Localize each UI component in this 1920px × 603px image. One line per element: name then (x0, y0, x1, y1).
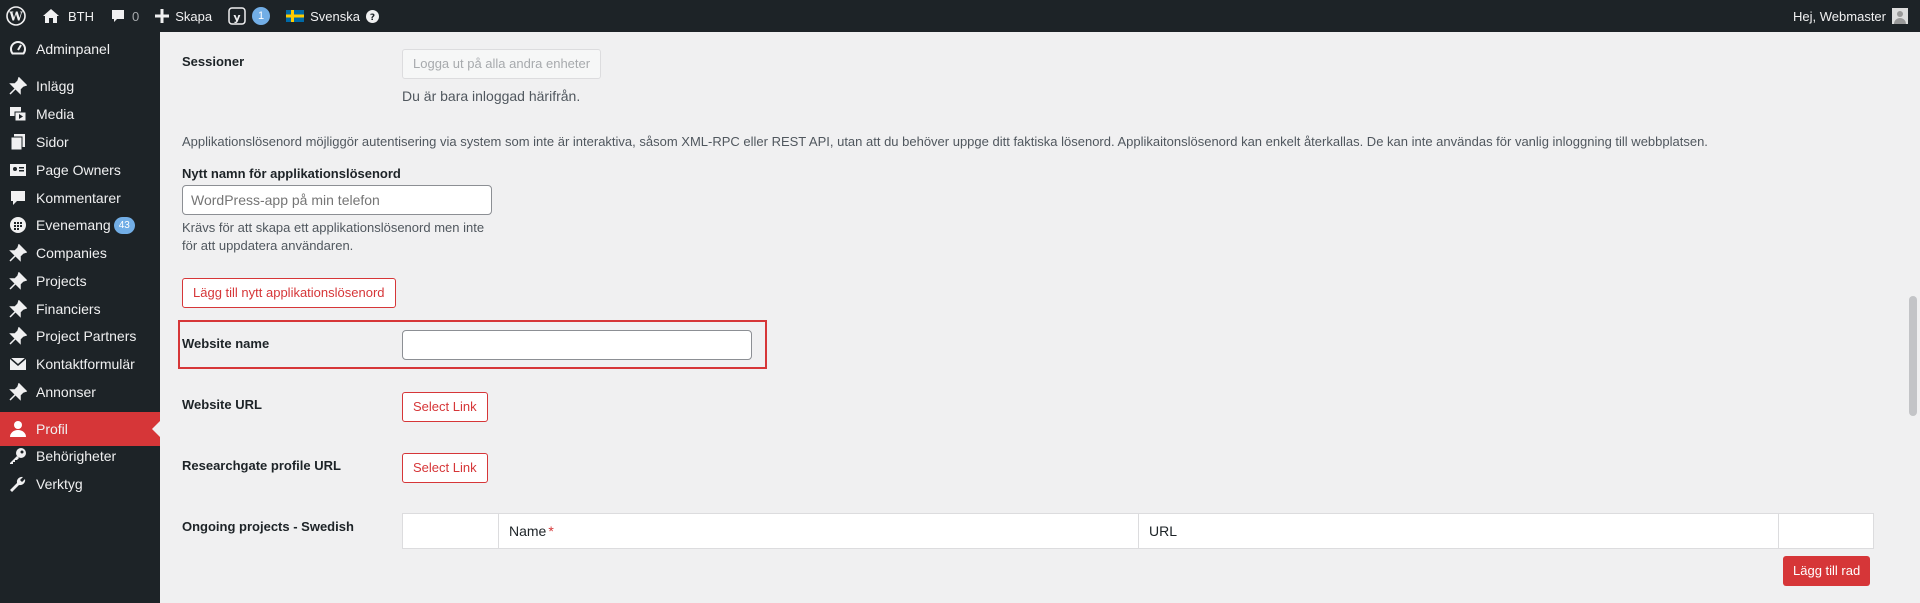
admin-bar: W BTH 0 Skapa y 1 Svenska ? Hej, Webmast… (0, 0, 1920, 32)
sidebar-item-label: Companies (36, 245, 107, 261)
logout-everywhere-button[interactable]: Logga ut på alla andra enheter (402, 49, 602, 79)
swedish-flag-icon (286, 10, 305, 22)
wordpress-logo-icon[interactable]: W (0, 0, 34, 32)
table-order-column (403, 514, 499, 548)
wrench-icon (0, 475, 36, 493)
sidebar-item-label: Sidor (36, 134, 69, 150)
sessions-label: Sessioner (182, 54, 245, 69)
pin-icon (0, 383, 36, 401)
sidebar-item-label: Annonser (36, 384, 96, 400)
help-icon[interactable]: ? (365, 9, 379, 23)
app-password-help-line2: för att uppdatera användaren. (182, 238, 354, 253)
app-passwords-intro: Applikationslösenord möjliggör autentise… (182, 134, 1708, 149)
admin-menu: Adminpanel Inlägg Media Sidor Page Owners Kom… (0, 32, 160, 603)
sidebar-item-label: Kontaktformulär (36, 356, 135, 372)
dashboard-icon (0, 40, 36, 58)
add-row-button[interactable]: Lägg till rad (1783, 556, 1871, 586)
user-icon (0, 420, 36, 438)
home-icon (42, 8, 60, 24)
ongoing-projects-label: Ongoing projects - Swedish (182, 519, 354, 534)
sidebar-item-label: Evenemang (36, 217, 111, 233)
table-header-name-label: Name (509, 523, 547, 539)
add-app-password-button[interactable]: Lägg till nytt applikationslösenord (182, 278, 396, 308)
site-name-link[interactable]: BTH (34, 0, 102, 32)
svg-text:?: ? (370, 13, 375, 23)
app-password-help-line1: Krävs för att skapa ett applikationslöse… (182, 220, 485, 235)
yoast-menu[interactable]: y 1 (220, 0, 278, 32)
comment-icon (0, 189, 36, 207)
sessions-description: Du är bara inloggad härifrån. (402, 88, 581, 104)
website-name-label: Website name (182, 336, 270, 351)
yoast-count-badge: 1 (252, 7, 271, 25)
researchgate-select-link-button[interactable]: Select Link (402, 453, 488, 483)
scrollbar[interactable] (1905, 32, 1920, 603)
required-marker: * (548, 523, 554, 539)
new-content-label: Skapa (175, 8, 213, 24)
sidebar-item-label: Financiers (36, 301, 101, 317)
sidebar-item-label: Project Partners (36, 328, 137, 344)
language-switcher[interactable]: Svenska ? (278, 0, 387, 32)
pin-icon (0, 244, 36, 262)
svg-text:W: W (8, 10, 23, 24)
language-label: Svenska (310, 8, 360, 24)
yoast-icon: y (228, 7, 246, 25)
sidebar-item-label: Adminpanel (36, 41, 110, 57)
pin-icon (0, 327, 36, 345)
avatar (1892, 8, 1908, 24)
scrollbar-thumb[interactable] (1909, 296, 1917, 416)
sidebar-item-label: Page Owners (36, 162, 121, 178)
sidebar-item-adminpanel[interactable]: Adminpanel (0, 32, 160, 66)
sidebar-item-annonser[interactable]: Annonser (0, 375, 160, 409)
sidebar-item-label: Behörigheter (36, 448, 117, 464)
website-url-select-link-button[interactable]: Select Link (402, 392, 488, 422)
svg-text:y: y (234, 11, 241, 24)
table-actions-column (1779, 514, 1873, 548)
sidebar-item-label: Verktyg (36, 476, 83, 492)
pin-icon (0, 300, 36, 318)
sidebar-item-label: Media (36, 106, 75, 122)
pin-icon (0, 272, 36, 290)
calendar-icon (0, 216, 36, 234)
comment-icon (110, 8, 126, 24)
website-url-label: Website URL (182, 397, 262, 412)
greeting: Hej, Webmaster (1793, 8, 1886, 24)
mail-icon (0, 355, 36, 373)
media-icon (0, 105, 36, 123)
profile-content: Sessioner Logga ut på alla andra enheter… (160, 32, 1905, 603)
website-name-input[interactable] (402, 330, 752, 360)
key-icon (0, 447, 36, 465)
sidebar-item-label: Projects (36, 273, 87, 289)
my-account-menu[interactable]: Hej, Webmaster (1785, 0, 1920, 32)
sidebar-item-label: Kommentarer (36, 190, 121, 206)
plus-icon (155, 9, 170, 23)
table-header-url: URL (1139, 514, 1779, 548)
app-password-name-input[interactable] (182, 185, 492, 215)
sidebar-item-verktyg[interactable]: Verktyg (0, 467, 160, 501)
pin-icon (0, 77, 36, 95)
sidebar-item-label: Profil (36, 421, 68, 437)
researchgate-url-label: Researchgate profile URL (182, 458, 341, 473)
comments-count: 0 (132, 8, 140, 24)
comments-link[interactable]: 0 (102, 0, 147, 32)
site-name: BTH (68, 8, 94, 24)
sidebar-item-label: Inlägg (36, 78, 75, 94)
new-content-link[interactable]: Skapa (147, 0, 220, 32)
ongoing-projects-table: Name * URL (402, 513, 1874, 549)
pages-icon (0, 133, 36, 151)
page-owners-icon (0, 161, 36, 179)
events-count-badge: 43 (113, 216, 135, 234)
table-header-url-label: URL (1149, 523, 1178, 539)
table-header-name: Name * (499, 514, 1139, 548)
app-password-name-label: Nytt namn för applikationslösenord (182, 166, 401, 181)
